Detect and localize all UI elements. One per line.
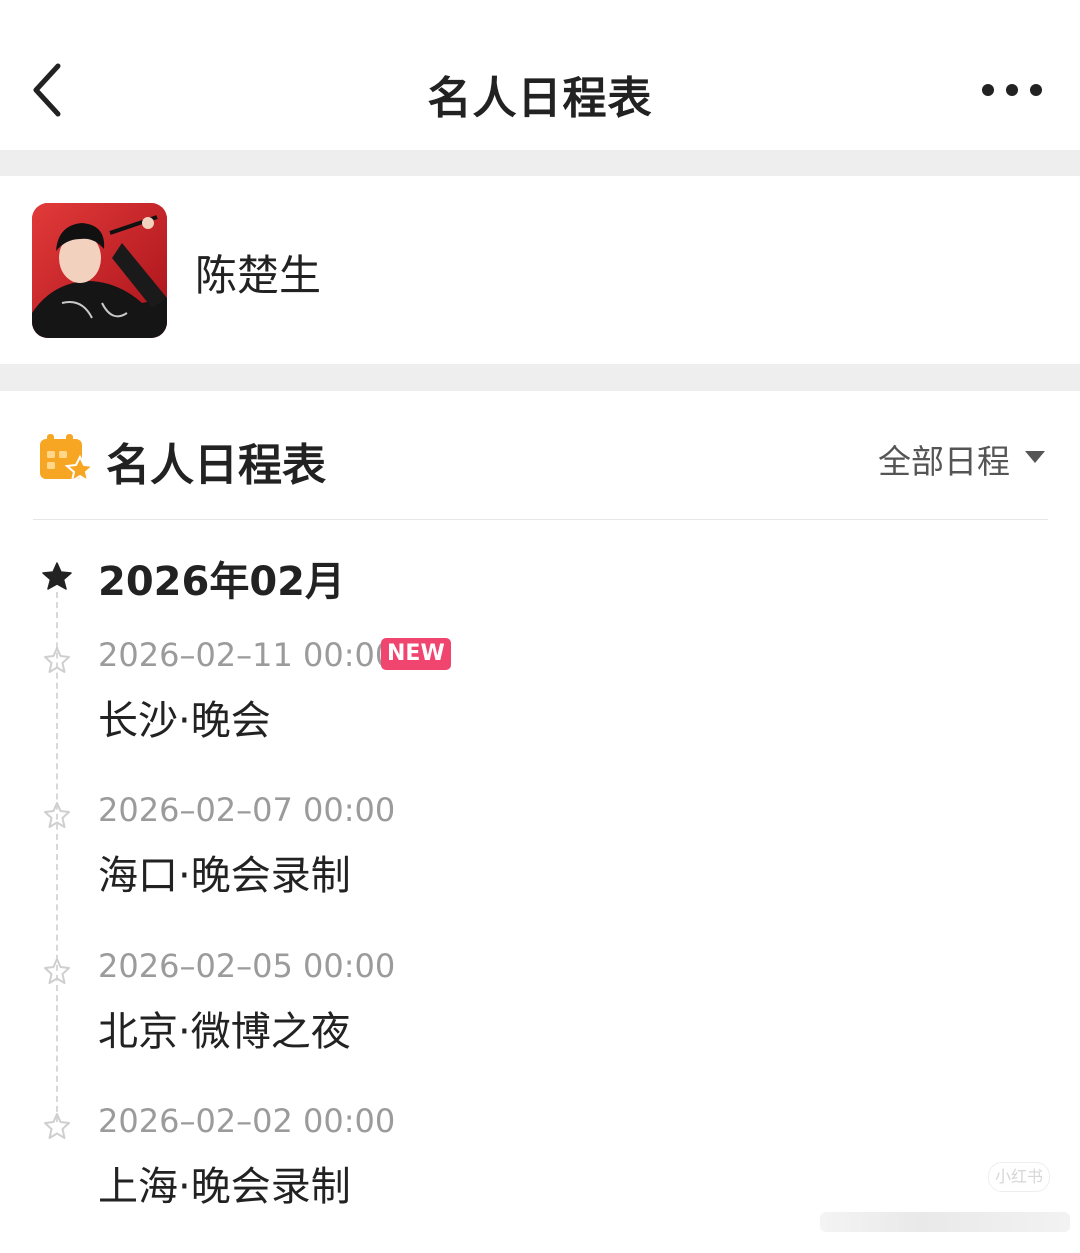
watermark: 小红书 — [988, 1162, 1050, 1192]
divider — [33, 519, 1048, 520]
schedule-item[interactable]: 2026–02–05 00:00 北京·微博之夜 — [0, 947, 1080, 1097]
event-title: 长沙·晚会 — [98, 698, 271, 744]
more-options-button[interactable] — [978, 74, 1046, 106]
schedule-item[interactable]: 2026–02–11 00:00 NEW 长沙·晚会 — [0, 636, 1080, 786]
month-heading: 2026年02月 — [98, 559, 345, 605]
more-dots-icon — [982, 84, 1042, 96]
month-star-icon — [42, 562, 72, 590]
event-datetime: 2026–02–11 00:00 — [98, 636, 396, 674]
blurred-overlay — [820, 1212, 1070, 1232]
celebrity-profile[interactable]: 陈楚生 — [0, 176, 1080, 364]
star-outline-icon — [44, 1113, 70, 1139]
event-title: 北京·微博之夜 — [98, 1009, 351, 1055]
page-title: 名人日程表 — [427, 73, 653, 124]
event-datetime: 2026–02–05 00:00 — [98, 947, 396, 985]
top-nav-bar: 名人日程表 — [0, 0, 1080, 150]
star-outline-icon — [44, 802, 70, 828]
schedule-item[interactable]: 2026–02–07 00:00 海口·晚会录制 — [0, 791, 1080, 941]
star-outline-icon — [44, 958, 70, 984]
section-separator — [0, 364, 1080, 391]
section-separator — [0, 150, 1080, 176]
new-badge: NEW — [381, 638, 451, 670]
star-outline-icon — [44, 647, 70, 673]
caret-down-icon — [1025, 451, 1045, 463]
filter-label: 全部日程 — [878, 442, 1010, 481]
event-datetime: 2026–02–02 00:00 — [98, 1102, 396, 1140]
section-title: 名人日程表 — [106, 440, 326, 491]
celebrity-name: 陈楚生 — [195, 251, 322, 300]
schedule-section-header: 名人日程表 全部日程 — [0, 391, 1080, 519]
avatar[interactable] — [32, 203, 167, 338]
event-datetime: 2026–02–07 00:00 — [98, 791, 396, 829]
calendar-star-icon — [40, 434, 94, 483]
event-title: 海口·晚会录制 — [98, 853, 351, 899]
event-title: 上海·晚会录制 — [98, 1164, 351, 1210]
schedule-filter-dropdown[interactable]: 全部日程 — [878, 435, 1045, 481]
